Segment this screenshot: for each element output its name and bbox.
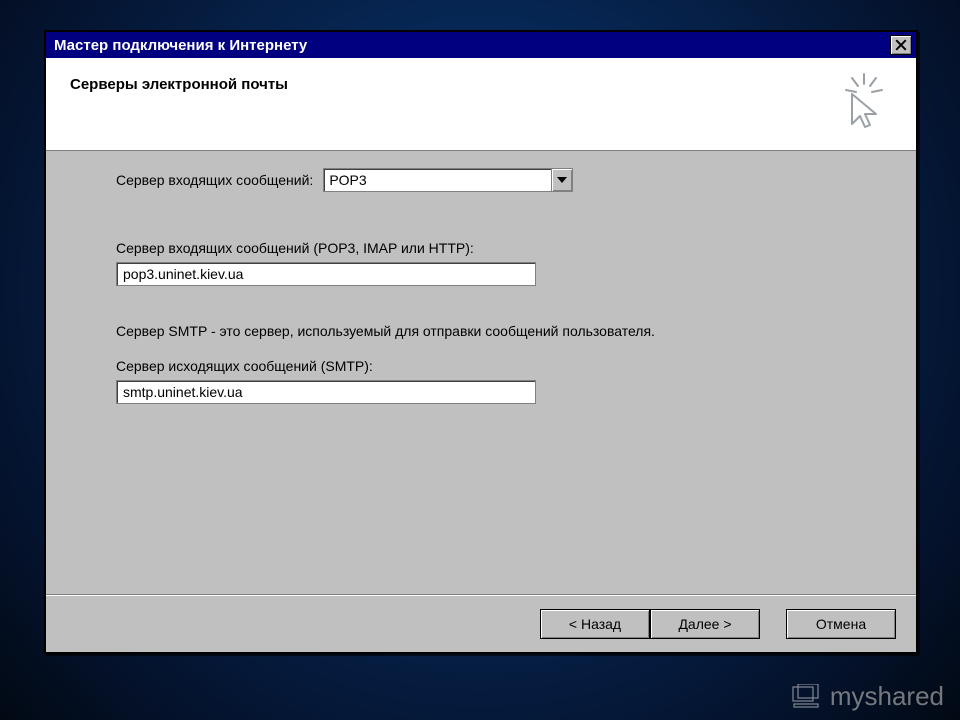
watermark-text: myshared: [830, 681, 944, 712]
title-bar-text: Мастер подключения к Интернету: [50, 37, 890, 54]
watermark: myshared: [792, 681, 944, 712]
back-button[interactable]: < Назад: [540, 609, 650, 639]
incoming-server-label: Сервер входящих сообщений (POP3, IMAP ил…: [116, 240, 846, 256]
slides-icon: [792, 684, 822, 710]
dialog-body: Сервер входящих сообщений: POP3 Сервер в…: [46, 152, 916, 594]
next-button[interactable]: Далее >: [650, 609, 760, 639]
header-panel: Серверы электронной почты: [46, 58, 916, 151]
dropdown-button[interactable]: [551, 169, 572, 191]
incoming-type-select[interactable]: POP3: [323, 168, 573, 192]
outgoing-server-label: Сервер исходящих сообщений (SMTP):: [116, 358, 846, 374]
incoming-type-value: POP3: [324, 169, 551, 191]
header-subtitle: Серверы электронной почты: [70, 76, 288, 93]
smtp-hint-text: Сервер SMTP - это сервер, используемый д…: [116, 322, 846, 340]
incoming-type-label: Сервер входящих сообщений:: [116, 172, 313, 188]
desktop-background: Мастер подключения к Интернету Серверы э…: [0, 0, 960, 720]
close-icon: [895, 39, 907, 51]
close-button[interactable]: [890, 35, 912, 55]
title-bar: Мастер подключения к Интернету: [46, 32, 916, 58]
button-row: < Назад Далее > Отмена: [46, 595, 916, 652]
incoming-server-input[interactable]: [116, 262, 536, 286]
cancel-button[interactable]: Отмена: [786, 609, 896, 639]
cursor-sparkle-icon: [832, 72, 890, 135]
outgoing-server-input[interactable]: [116, 380, 536, 404]
wizard-dialog: Мастер подключения к Интернету Серверы э…: [44, 30, 918, 654]
chevron-down-icon: [557, 177, 567, 183]
